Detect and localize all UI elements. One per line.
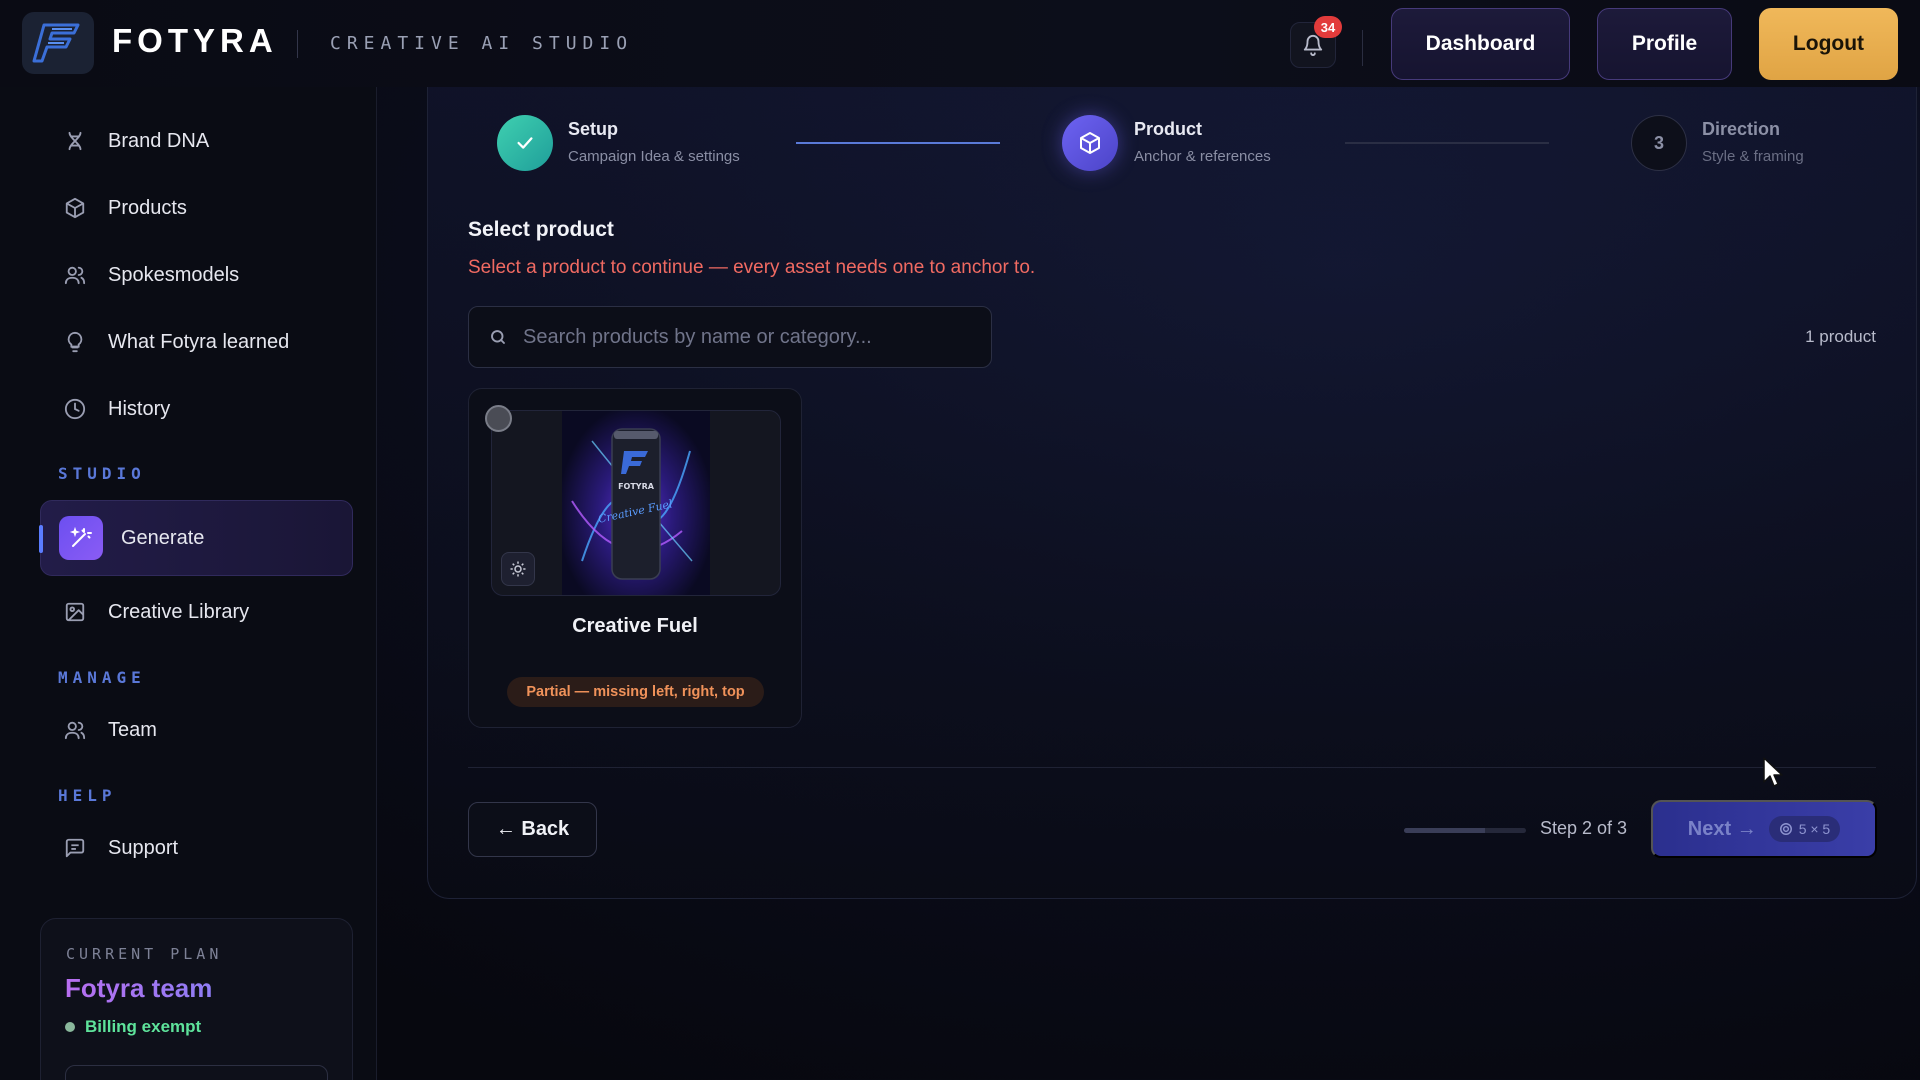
section-label-manage: MANAGE xyxy=(58,668,146,687)
step-product-status[interactable] xyxy=(1062,115,1118,171)
step-counter: Step 2 of 3 xyxy=(1540,818,1628,838)
product-search[interactable] xyxy=(468,306,992,368)
fotyra-logo-icon[interactable] xyxy=(22,12,94,74)
notification-badge: 34 xyxy=(1314,16,1342,38)
status-badge: Partial — missing left, right, top xyxy=(507,677,764,707)
brand-divider xyxy=(297,30,298,58)
sidebar-item-team[interactable]: Team xyxy=(40,701,353,759)
plan-label: CURRENT PLAN xyxy=(66,945,223,963)
check-icon xyxy=(517,137,533,149)
sidebar-item-support[interactable]: Support xyxy=(40,819,353,877)
sidebar-item-label: Creative Library xyxy=(108,600,250,623)
step-progress-fill xyxy=(1404,828,1486,833)
search-icon xyxy=(489,328,507,346)
product-image: FOTYRA Creative Fuel xyxy=(562,411,710,595)
credit-cost-badge: 5 × 5 xyxy=(1768,816,1841,842)
step-direction-title: Direction xyxy=(1702,119,1781,139)
image-icon xyxy=(62,599,88,625)
team-icon xyxy=(62,717,88,743)
step-product-title: Product xyxy=(1134,119,1203,139)
can-brand-text: FOTYRA xyxy=(618,482,655,491)
next-button-label: Next → xyxy=(1687,817,1757,840)
stepper-connector xyxy=(796,142,1000,144)
gear-icon xyxy=(510,561,526,577)
brand-tagline: CREATIVE AI STUDIO xyxy=(330,33,634,54)
step-progress-bar xyxy=(1404,828,1526,833)
plan-status-text: Billing exempt xyxy=(85,1017,202,1036)
sidebar-item-products[interactable]: Products xyxy=(40,179,353,237)
clock-icon xyxy=(62,396,88,422)
product-card[interactable]: FOTYRA Creative Fuel Creative Fuel Parti… xyxy=(468,388,802,728)
plan-name: Fotyra team xyxy=(65,973,213,1003)
next-button[interactable]: Next → 5 × 5 xyxy=(1651,800,1877,858)
footer-divider xyxy=(468,767,1876,768)
status-dot-icon xyxy=(65,1022,75,1032)
stepper-connector xyxy=(1345,142,1549,144)
current-plan-card: CURRENT PLAN Fotyra team Billing exempt xyxy=(40,918,353,1080)
sidebar-item-label: Generate xyxy=(121,526,205,549)
sidebar-item-spokesmodels[interactable]: Spokesmodels xyxy=(40,246,353,304)
section-label-help: HELP xyxy=(58,786,117,805)
logout-button[interactable]: Logout xyxy=(1759,8,1898,80)
product-settings-button[interactable] xyxy=(501,552,535,586)
plan-action-button[interactable] xyxy=(65,1065,328,1080)
box-icon xyxy=(62,195,88,221)
chat-icon xyxy=(62,835,88,861)
sidebar-item-label: Team xyxy=(108,718,157,741)
sidebar-item-creative-library[interactable]: Creative Library xyxy=(40,583,353,641)
box-icon xyxy=(1080,132,1100,154)
sidebar-item-brand-dna[interactable]: Brand DNA xyxy=(40,112,353,170)
header-divider xyxy=(1362,30,1363,66)
people-icon xyxy=(62,262,88,288)
product-name: Creative Fuel xyxy=(572,615,698,637)
step-direction-subtitle: Style & framing xyxy=(1702,148,1804,165)
product-select-radio[interactable] xyxy=(485,405,512,432)
step-setup-subtitle: Campaign Idea & settings xyxy=(568,148,740,165)
validation-warning: Select a product to continue — every ass… xyxy=(468,257,1036,278)
profile-button[interactable]: Profile xyxy=(1597,8,1732,80)
search-input[interactable] xyxy=(523,325,991,349)
magic-wand-icon xyxy=(59,516,103,560)
lightbulb-icon xyxy=(62,329,88,355)
plan-status: Billing exempt xyxy=(65,1017,201,1037)
product-count: 1 product xyxy=(1805,327,1876,346)
coin-icon xyxy=(1779,823,1792,835)
step-product-subtitle: Anchor & references xyxy=(1134,148,1271,165)
sidebar-item-what-fotyra-learned[interactable]: What Fotyra learned xyxy=(40,313,353,371)
step-direction-number[interactable]: 3 xyxy=(1631,115,1687,171)
sidebar-item-label: Support xyxy=(108,836,179,859)
sidebar-item-label: Spokesmodels xyxy=(108,263,240,286)
sidebar-item-label: What Fotyra learned xyxy=(108,330,290,353)
step-setup-status[interactable] xyxy=(497,115,553,171)
credit-cost-text: 5 × 5 xyxy=(1798,821,1831,837)
mouse-cursor-icon xyxy=(1763,757,1783,787)
top-bar: FOTYRA CREATIVE AI STUDIO 34 Dashboard P… xyxy=(0,0,1920,87)
dna-icon xyxy=(62,128,88,154)
brand-name: FOTYRA xyxy=(112,22,278,59)
sidebar-item-label: Products xyxy=(108,196,187,219)
sidebar-item-label: Brand DNA xyxy=(108,129,210,152)
sidebar-item-label: History xyxy=(108,397,171,420)
step-setup-title: Setup xyxy=(568,119,619,139)
sidebar-item-generate[interactable]: Generate xyxy=(39,500,353,576)
sidebar-item-history[interactable]: History xyxy=(40,380,353,438)
dashboard-button[interactable]: Dashboard xyxy=(1391,8,1570,80)
back-button[interactable]: ← Back xyxy=(468,802,597,857)
section-title: Select product xyxy=(468,218,614,241)
section-label-studio: STUDIO xyxy=(58,464,146,483)
